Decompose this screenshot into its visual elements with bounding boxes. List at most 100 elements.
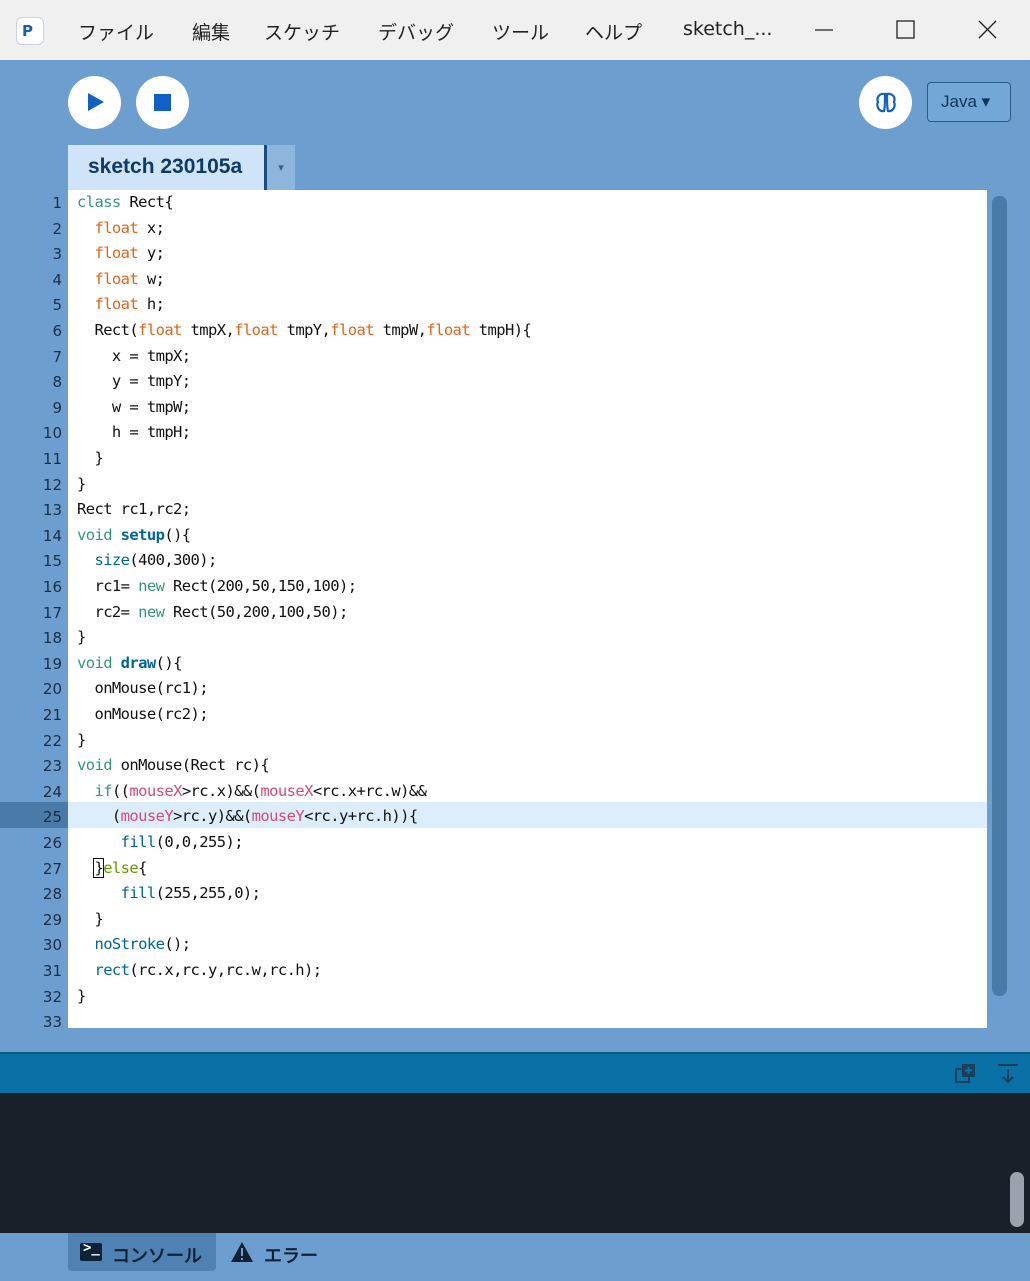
code-text: } — [77, 986, 86, 1005]
line-number: 9 — [52, 398, 62, 417]
line-number: 15 — [42, 552, 62, 571]
code-line[interactable]: 30 noStroke(); — [0, 932, 987, 958]
code-line[interactable]: 14 void setup(){ — [0, 523, 987, 549]
line-number: 27 — [42, 859, 62, 878]
code-line[interactable]: 10 h = tmpH; — [0, 420, 987, 446]
code-line[interactable]: 31 rect(rc.x,rc.y,rc.w,rc.h); — [0, 958, 987, 984]
code-line[interactable]: 12} — [0, 472, 987, 498]
code-text: w = tmpW; — [77, 397, 191, 416]
line-number: 4 — [52, 270, 62, 289]
code-text: float y; — [94, 244, 165, 263]
code-line[interactable]: 6 Rect(float tmpX,float tmpY,float tmpW,… — [0, 318, 987, 344]
code-line[interactable]: 1 class Rect{ — [0, 190, 987, 216]
code-line[interactable]: 11 } — [0, 446, 987, 472]
code-line[interactable]: 18} — [0, 625, 987, 651]
code-text: h = tmpH; — [77, 423, 191, 442]
butterfly-icon — [876, 92, 896, 113]
console-tab[interactable]: >_ コンソール — [68, 1233, 216, 1271]
code-text: noStroke(); — [94, 935, 191, 954]
menu-sketch[interactable]: スケッチ — [264, 18, 340, 45]
tab-sketch[interactable]: sketch 230105a — [68, 145, 264, 190]
code-text: rect(rc.x,rc.y,rc.w,rc.h); — [94, 961, 322, 979]
code-line[interactable]: 7 x = tmpX; — [0, 344, 987, 370]
code-line[interactable]: 25 (mouseY>rc.y)&&(mouseY<rc.y+rc.h)){ — [0, 804, 987, 830]
code-text: } — [77, 449, 104, 467]
tab-menu-button[interactable]: ▾ — [267, 145, 295, 190]
maximize-button[interactable] — [886, 12, 926, 48]
stop-button[interactable] — [136, 76, 189, 129]
code-text: (mouseY>rc.y)&&(mouseY<rc.y+rc.h)){ — [77, 807, 418, 826]
processing-app-icon: P — [16, 17, 44, 45]
code-line[interactable]: 2 float x; — [0, 216, 987, 242]
code-line[interactable]: 19 void draw(){ — [0, 651, 987, 677]
code-text: class Rect{ — [77, 193, 174, 211]
code-line[interactable]: 26 fill(0,0,255); — [0, 830, 987, 856]
code-text: fill(255,255,0); — [120, 884, 261, 903]
code-line[interactable]: 24 if((mouseX>rc.x)&&(mouseX<rc.x+rc.w)&… — [0, 779, 987, 805]
menu-help[interactable]: ヘルプ — [585, 18, 642, 45]
code-line[interactable]: 3 float y; — [0, 241, 987, 267]
code-line[interactable]: 32} — [0, 984, 987, 1010]
line-number: 20 — [42, 680, 62, 699]
line-number: 32 — [42, 987, 62, 1006]
menu-file[interactable]: ファイル — [78, 18, 154, 45]
line-number: 22 — [42, 731, 62, 750]
code-text: if((mouseX>rc.x)&&(mouseX<rc.x+rc.w)&& — [94, 781, 427, 800]
editor-scroll-thumb[interactable] — [992, 196, 1007, 996]
errors-tab-label: エラー — [264, 1246, 318, 1267]
code-line[interactable]: 29 } — [0, 907, 987, 933]
close-icon — [978, 20, 997, 39]
console-header — [0, 1052, 1030, 1093]
code-text: fill(0,0,255); — [120, 833, 244, 851]
code-line[interactable]: 4 float w; — [0, 267, 987, 293]
line-number: 23 — [42, 757, 62, 776]
stop-icon — [154, 94, 171, 111]
line-number: 29 — [42, 910, 62, 929]
code-line[interactable]: 22} — [0, 728, 987, 754]
code-text: float h; — [94, 295, 165, 314]
line-number: 2 — [52, 219, 62, 238]
collapse-console-icon[interactable] — [996, 1062, 1020, 1086]
code-text: onMouse(rc1); — [77, 679, 208, 698]
code-line[interactable]: 20 onMouse(rc1); — [0, 676, 987, 702]
line-number: 31 — [42, 962, 62, 980]
line-number: 25 — [42, 808, 62, 827]
code-line[interactable]: 8 y = tmpY; — [0, 369, 987, 395]
close-button[interactable] — [968, 12, 1008, 48]
code-line[interactable]: 5 float h; — [0, 292, 987, 318]
code-line[interactable]: 28 fill(255,255,0); — [0, 881, 987, 907]
code-line[interactable]: 13 Rect rc1,rc2; — [0, 497, 987, 523]
menu-edit[interactable]: 編集 — [192, 18, 230, 45]
editor-vertical-scrollbar[interactable] — [987, 190, 1013, 1028]
menu-tools[interactable]: ツール — [492, 18, 549, 45]
code-line[interactable]: 16 rc1= new Rect(200,50,150,100); — [0, 574, 987, 600]
minimize-button[interactable] — [804, 12, 844, 48]
debugger-button[interactable] — [859, 76, 912, 129]
terminal-icon: >_ — [80, 1240, 102, 1261]
code-line[interactable]: 21 onMouse(rc2); — [0, 702, 987, 728]
code-line[interactable]: 15 size(400,300); — [0, 548, 987, 574]
minimize-icon — [815, 29, 833, 31]
copy-console-icon[interactable] — [954, 1062, 978, 1086]
code-text: } — [77, 730, 86, 749]
code-text: size(400,300); — [94, 551, 217, 570]
maximize-icon — [896, 20, 915, 39]
run-button[interactable] — [68, 76, 121, 129]
code-text: void setup(){ — [77, 525, 191, 544]
line-number: 26 — [42, 834, 62, 852]
code-line[interactable]: 9 w = tmpW; — [0, 395, 987, 421]
console-scroll-thumb[interactable] — [1010, 1172, 1024, 1227]
code-text: void onMouse(Rect rc){ — [77, 756, 270, 775]
code-line[interactable]: 27 }else{ — [0, 856, 987, 882]
console-output[interactable] — [0, 1093, 1030, 1233]
menu-debug[interactable]: デバッグ — [378, 18, 454, 45]
code-line[interactable]: 23 void onMouse(Rect rc){ — [0, 753, 987, 779]
line-number: 19 — [42, 654, 62, 673]
tab-label: sketch 230105a — [88, 155, 243, 178]
line-number: 1 — [52, 194, 62, 212]
mode-selector[interactable]: Java ▾ — [927, 82, 1011, 122]
code-line[interactable]: 17 rc2= new Rect(50,200,100,50); — [0, 600, 987, 626]
console-tab-label: コンソール — [112, 1246, 202, 1267]
code-text: } — [77, 474, 86, 493]
code-text: }else{ — [93, 857, 147, 878]
